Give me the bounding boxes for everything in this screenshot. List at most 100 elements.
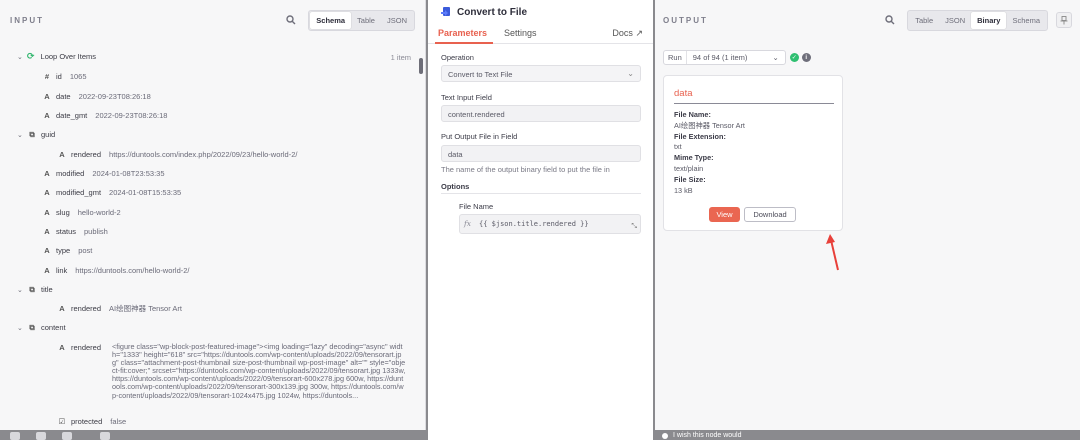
output-title: OUTPUT xyxy=(663,15,708,25)
fx-icon: fx xyxy=(464,219,472,228)
output-header: OUTPUT Table JSON Binary Schema xyxy=(663,0,1072,40)
string-type-icon: A xyxy=(44,111,50,120)
field-value: https://duntools.com/index.php/2022/09/2… xyxy=(109,150,298,159)
toolbar-icon[interactable] xyxy=(62,432,72,440)
tree-row-loop[interactable]: ⌄ ⟳ Loop Over Items xyxy=(17,50,104,63)
pin-icon[interactable] xyxy=(1056,12,1072,28)
field-key: guid xyxy=(41,130,56,139)
mime-meta-label: Mime Type: xyxy=(674,153,714,163)
expand-icon[interactable]: ⤡ xyxy=(631,222,637,231)
annotation-arrow-icon xyxy=(826,234,839,271)
tab-settings[interactable]: Settings xyxy=(504,28,537,38)
field-key: modified xyxy=(56,169,85,178)
file-name-expression[interactable]: fx {{ $json.title.rendered }} ⤡ xyxy=(459,214,641,234)
chevron-down-icon: ⌄ xyxy=(772,53,779,62)
tree-row[interactable]: A date_gmt 2022-09-23T08:26:18 xyxy=(42,109,167,122)
download-button[interactable]: Download xyxy=(744,207,796,222)
field-value: publish xyxy=(84,227,108,236)
tree-row[interactable]: A date 2022-09-23T08:26:18 xyxy=(42,90,150,103)
tree-row[interactable]: A slug hello-world-2 xyxy=(42,206,120,219)
file-name-value: {{ $json.title.rendered }} xyxy=(479,220,589,228)
string-type-icon: A xyxy=(59,304,65,313)
object-type-icon: ⧉ xyxy=(29,129,35,139)
search-icon[interactable] xyxy=(883,13,897,27)
tree-row[interactable]: # id 1065 xyxy=(42,70,87,83)
tree-row[interactable]: A status publish xyxy=(42,225,108,238)
input-scrollbar[interactable] xyxy=(419,58,423,74)
file-name-meta-label: File Name: xyxy=(674,110,711,119)
string-type-icon: A xyxy=(44,227,50,236)
run-select[interactable]: Run 94 of 94 (1 item) ⌄ xyxy=(663,50,786,65)
tree-row[interactable]: A rendered https://duntools.com/index.ph… xyxy=(57,148,297,161)
string-type-icon: A xyxy=(59,150,65,159)
feedback-prompt[interactable]: I wish this node would xyxy=(662,432,741,439)
tree-row[interactable]: ⌄ ⧉ content xyxy=(17,321,74,334)
output-view-switch: Table JSON Binary Schema xyxy=(907,9,1048,31)
input-view-json[interactable]: JSON xyxy=(381,12,413,29)
tree-row[interactable]: ⌄ ⧉ guid xyxy=(17,128,63,141)
node-header: Convert to File xyxy=(440,6,527,18)
output-field-input[interactable]: data xyxy=(441,145,641,162)
object-type-icon: ⧉ xyxy=(29,322,35,332)
binary-name: data xyxy=(674,88,693,99)
tree-row[interactable]: A modified_gmt 2024-01-08T15:53:35 xyxy=(42,186,181,199)
chevron-down-icon[interactable]: ⌄ xyxy=(17,324,27,332)
string-type-icon: A xyxy=(44,188,50,197)
operation-select[interactable]: Convert to Text File ⌄ xyxy=(441,65,641,82)
node-panel: Convert to File Parameters Settings Docs… xyxy=(428,0,653,440)
operation-label: Operation xyxy=(441,53,474,62)
field-value: 2024-01-08T15:53:35 xyxy=(109,188,182,197)
tree-row[interactable]: A type post xyxy=(42,244,92,257)
item-count: 1 item xyxy=(390,53,411,62)
tree-row[interactable]: A link https://duntools.com/hello-world-… xyxy=(42,264,190,277)
toolbar-icon[interactable] xyxy=(100,432,110,440)
binary-file-card: data File Name: AI绘图神器 Tensor Art File E… xyxy=(663,75,843,231)
output-view-binary[interactable]: Binary xyxy=(971,11,1007,29)
tree-row[interactable]: A modified 2024-01-08T23:53:35 xyxy=(42,167,164,180)
tree-row[interactable]: ☑ protected false xyxy=(57,415,127,428)
field-key: type xyxy=(56,246,71,255)
output-view-schema[interactable]: Schema xyxy=(1006,12,1046,29)
input-panel: INPUT Schema Table JSON 1 item ⌄ ⟳ Loop … xyxy=(0,0,426,430)
field-key: rendered xyxy=(71,343,102,352)
tree-row[interactable]: ⌄ ⧉ title xyxy=(17,283,61,296)
chevron-down-icon[interactable]: ⌄ xyxy=(17,286,27,294)
feedback-text: I wish this node would xyxy=(673,432,742,439)
node-tabs: Parameters Settings Docs ↗ xyxy=(428,26,653,44)
field-value: https://duntools.com/hello-world-2/ xyxy=(75,266,190,275)
text-input-field[interactable]: content.rendered xyxy=(441,105,641,122)
field-key: link xyxy=(56,266,68,275)
field-key: rendered xyxy=(71,304,102,313)
node-title: Convert to File xyxy=(457,6,528,18)
tree-row[interactable]: A rendered AI绘图神器 Tensor Art xyxy=(57,302,182,315)
loop-label: Loop Over Items xyxy=(40,52,96,61)
toolbar-icon[interactable] xyxy=(10,432,20,440)
chevron-down-icon[interactable]: ⌄ xyxy=(17,53,27,61)
chevron-down-icon: ⌄ xyxy=(627,69,634,78)
field-key: content xyxy=(41,323,66,332)
docs-link[interactable]: Docs ↗ xyxy=(612,28,643,39)
output-view-table[interactable]: Table xyxy=(909,12,939,29)
string-type-icon: A xyxy=(59,343,65,352)
file-name-label: File Name xyxy=(459,202,494,211)
field-key: id xyxy=(56,72,62,81)
tree-row[interactable]: A rendered xyxy=(57,341,109,354)
output-view-json[interactable]: JSON xyxy=(939,12,971,29)
run-label: Run xyxy=(664,51,687,64)
toolbar-icon[interactable] xyxy=(36,432,46,440)
field-value: AI绘图神器 Tensor Art xyxy=(109,304,182,313)
run-selector-row: Run 94 of 94 (1 item) ⌄ ✓ i xyxy=(663,50,811,65)
string-type-icon: A xyxy=(44,246,50,255)
mime-meta-value: text/plain xyxy=(674,163,704,173)
convert-file-icon xyxy=(441,7,450,16)
text-input-label: Text Input Field xyxy=(441,93,492,102)
info-icon[interactable]: i xyxy=(801,53,811,62)
view-button[interactable]: View xyxy=(709,207,740,222)
operation-value: Convert to Text File xyxy=(448,70,513,79)
search-icon[interactable] xyxy=(284,13,298,27)
input-view-schema[interactable]: Schema xyxy=(310,11,352,29)
chevron-down-icon[interactable]: ⌄ xyxy=(17,131,27,139)
file-ext-meta-value: txt xyxy=(674,142,682,152)
input-view-table[interactable]: Table xyxy=(351,12,381,29)
tab-parameters[interactable]: Parameters xyxy=(438,28,487,38)
